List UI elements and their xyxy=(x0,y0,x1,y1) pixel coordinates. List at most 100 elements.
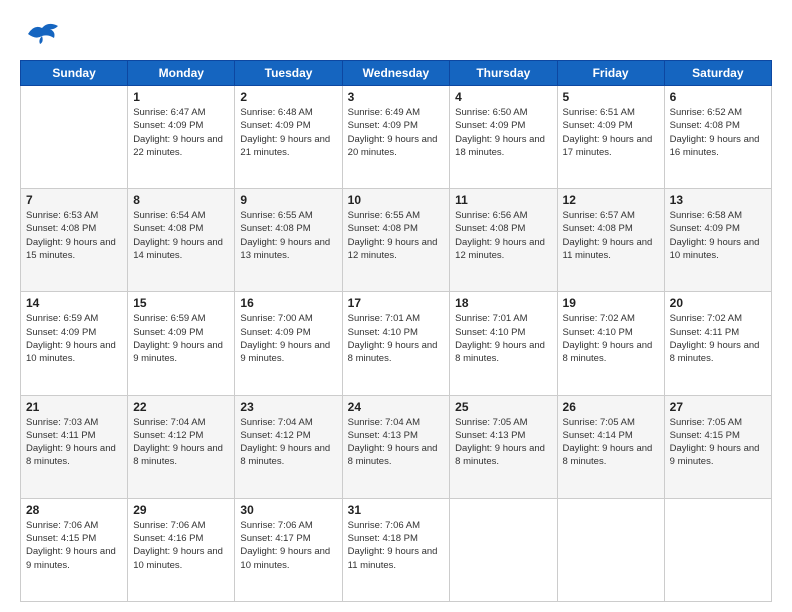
day-number: 21 xyxy=(26,400,122,414)
table-row: 11 Sunrise: 6:56 AMSunset: 4:08 PMDayligh… xyxy=(450,189,557,292)
table-row: 3 Sunrise: 6:49 AMSunset: 4:09 PMDaylight… xyxy=(342,86,450,189)
table-row: 21 Sunrise: 7:03 AMSunset: 4:11 PMDayligh… xyxy=(21,395,128,498)
table-row: 22 Sunrise: 7:04 AMSunset: 4:12 PMDayligh… xyxy=(128,395,235,498)
day-info: Sunrise: 7:02 AMSunset: 4:10 PMDaylight:… xyxy=(563,312,659,365)
col-saturday: Saturday xyxy=(664,61,771,86)
day-info: Sunrise: 7:04 AMSunset: 4:13 PMDaylight:… xyxy=(348,416,445,469)
day-info: Sunrise: 7:06 AMSunset: 4:16 PMDaylight:… xyxy=(133,519,229,572)
day-info: Sunrise: 6:52 AMSunset: 4:08 PMDaylight:… xyxy=(670,106,766,159)
day-number: 13 xyxy=(670,193,766,207)
table-row: 20 Sunrise: 7:02 AMSunset: 4:11 PMDayligh… xyxy=(664,292,771,395)
day-number: 3 xyxy=(348,90,445,104)
day-info: Sunrise: 6:53 AMSunset: 4:08 PMDaylight:… xyxy=(26,209,122,262)
table-row: 6Sunrise: 6:52 AMSunset: 4:08 PMDaylight… xyxy=(664,86,771,189)
day-number: 31 xyxy=(348,503,445,517)
day-info: Sunrise: 6:48 AMSunset: 4:09 PMDaylight:… xyxy=(240,106,336,159)
calendar-week-row: 28 Sunrise: 7:06 AMSunset: 4:15 PMDayligh… xyxy=(21,498,772,601)
table-row: 5Sunrise: 6:51 AMSunset: 4:09 PMDaylight… xyxy=(557,86,664,189)
day-number: 4 xyxy=(455,90,551,104)
table-row: 28 Sunrise: 7:06 AMSunset: 4:15 PMDayligh… xyxy=(21,498,128,601)
day-number: 29 xyxy=(133,503,229,517)
day-info: Sunrise: 6:54 AMSunset: 4:08 PMDaylight:… xyxy=(133,209,229,262)
day-number: 23 xyxy=(240,400,336,414)
day-info: Sunrise: 6:50 AMSunset: 4:09 PMDaylight:… xyxy=(455,106,551,159)
day-number: 24 xyxy=(348,400,445,414)
table-row: 29 Sunrise: 7:06 AMSunset: 4:16 PMDayligh… xyxy=(128,498,235,601)
day-info: Sunrise: 7:01 AMSunset: 4:10 PMDaylight:… xyxy=(455,312,551,365)
day-info: Sunrise: 6:49 AMSunset: 4:09 PMDaylight:… xyxy=(348,106,445,159)
day-info: Sunrise: 7:03 AMSunset: 4:11 PMDaylight:… xyxy=(26,416,122,469)
logo xyxy=(20,16,70,52)
col-friday: Friday xyxy=(557,61,664,86)
day-info: Sunrise: 7:06 AMSunset: 4:17 PMDaylight:… xyxy=(240,519,336,572)
day-number: 1 xyxy=(133,90,229,104)
day-number: 10 xyxy=(348,193,445,207)
table-row: 19 Sunrise: 7:02 AMSunset: 4:10 PMDayligh… xyxy=(557,292,664,395)
table-row xyxy=(664,498,771,601)
table-row: 17 Sunrise: 7:01 AMSunset: 4:10 PMDayligh… xyxy=(342,292,450,395)
table-row: 27 Sunrise: 7:05 AMSunset: 4:15 PMDayligh… xyxy=(664,395,771,498)
day-info: Sunrise: 7:05 AMSunset: 4:15 PMDaylight:… xyxy=(670,416,766,469)
table-row: 30 Sunrise: 7:06 AMSunset: 4:17 PMDayligh… xyxy=(235,498,342,601)
table-row: 31Sunrise: 7:06 AMSunset: 4:18 PMDayligh… xyxy=(342,498,450,601)
table-row: 14 Sunrise: 6:59 AMSunset: 4:09 PMDayligh… xyxy=(21,292,128,395)
day-info: Sunrise: 6:55 AMSunset: 4:08 PMDaylight:… xyxy=(348,209,445,262)
day-number: 22 xyxy=(133,400,229,414)
day-info: Sunrise: 6:55 AMSunset: 4:08 PMDaylight:… xyxy=(240,209,336,262)
day-number: 11 xyxy=(455,193,551,207)
table-row: 24 Sunrise: 7:04 AMSunset: 4:13 PMDayligh… xyxy=(342,395,450,498)
table-row: 2 Sunrise: 6:48 AMSunset: 4:09 PMDaylight… xyxy=(235,86,342,189)
day-number: 16 xyxy=(240,296,336,310)
day-info: Sunrise: 6:57 AMSunset: 4:08 PMDaylight:… xyxy=(563,209,659,262)
day-info: Sunrise: 6:58 AMSunset: 4:09 PMDaylight:… xyxy=(670,209,766,262)
day-info: Sunrise: 7:05 AMSunset: 4:13 PMDaylight:… xyxy=(455,416,551,469)
day-number: 2 xyxy=(240,90,336,104)
calendar-week-row: 1 Sunrise: 6:47 AMSunset: 4:09 PMDaylight… xyxy=(21,86,772,189)
table-row: 13 Sunrise: 6:58 AMSunset: 4:09 PMDayligh… xyxy=(664,189,771,292)
day-info: Sunrise: 7:06 AMSunset: 4:15 PMDaylight:… xyxy=(26,519,122,572)
table-row: 15Sunrise: 6:59 AMSunset: 4:09 PMDayligh… xyxy=(128,292,235,395)
day-number: 30 xyxy=(240,503,336,517)
table-row: 1 Sunrise: 6:47 AMSunset: 4:09 PMDaylight… xyxy=(128,86,235,189)
table-row: 16 Sunrise: 7:00 AMSunset: 4:09 PMDayligh… xyxy=(235,292,342,395)
day-number: 14 xyxy=(26,296,122,310)
calendar-week-row: 7 Sunrise: 6:53 AMSunset: 4:08 PMDaylight… xyxy=(21,189,772,292)
table-row xyxy=(557,498,664,601)
calendar-week-row: 21 Sunrise: 7:03 AMSunset: 4:11 PMDayligh… xyxy=(21,395,772,498)
day-number: 18 xyxy=(455,296,551,310)
calendar-header-row: Sunday Monday Tuesday Wednesday Thursday… xyxy=(21,61,772,86)
col-monday: Monday xyxy=(128,61,235,86)
day-info: Sunrise: 6:56 AMSunset: 4:08 PMDaylight:… xyxy=(455,209,551,262)
day-number: 15 xyxy=(133,296,229,310)
day-number: 26 xyxy=(563,400,659,414)
day-info: Sunrise: 6:47 AMSunset: 4:09 PMDaylight:… xyxy=(133,106,229,159)
table-row: 10 Sunrise: 6:55 AMSunset: 4:08 PMDayligh… xyxy=(342,189,450,292)
table-row: 9Sunrise: 6:55 AMSunset: 4:08 PMDaylight… xyxy=(235,189,342,292)
day-number: 19 xyxy=(563,296,659,310)
day-info: Sunrise: 7:00 AMSunset: 4:09 PMDaylight:… xyxy=(240,312,336,365)
day-number: 8 xyxy=(133,193,229,207)
day-info: Sunrise: 7:05 AMSunset: 4:14 PMDaylight:… xyxy=(563,416,659,469)
day-info: Sunrise: 7:04 AMSunset: 4:12 PMDaylight:… xyxy=(133,416,229,469)
table-row: 7 Sunrise: 6:53 AMSunset: 4:08 PMDaylight… xyxy=(21,189,128,292)
day-number: 7 xyxy=(26,193,122,207)
logo-icon xyxy=(20,16,68,52)
calendar-table: Sunday Monday Tuesday Wednesday Thursday… xyxy=(20,60,772,602)
day-number: 17 xyxy=(348,296,445,310)
day-info: Sunrise: 6:51 AMSunset: 4:09 PMDaylight:… xyxy=(563,106,659,159)
calendar-week-row: 14 Sunrise: 6:59 AMSunset: 4:09 PMDayligh… xyxy=(21,292,772,395)
day-info: Sunrise: 7:02 AMSunset: 4:11 PMDaylight:… xyxy=(670,312,766,365)
day-info: Sunrise: 7:01 AMSunset: 4:10 PMDaylight:… xyxy=(348,312,445,365)
day-number: 12 xyxy=(563,193,659,207)
day-number: 28 xyxy=(26,503,122,517)
table-row: 26 Sunrise: 7:05 AMSunset: 4:14 PMDayligh… xyxy=(557,395,664,498)
table-row: 23 Sunrise: 7:04 AMSunset: 4:12 PMDayligh… xyxy=(235,395,342,498)
day-info: Sunrise: 6:59 AMSunset: 4:09 PMDaylight:… xyxy=(26,312,122,365)
day-info: Sunrise: 7:04 AMSunset: 4:12 PMDaylight:… xyxy=(240,416,336,469)
col-wednesday: Wednesday xyxy=(342,61,450,86)
col-thursday: Thursday xyxy=(450,61,557,86)
header xyxy=(20,16,772,52)
day-number: 25 xyxy=(455,400,551,414)
day-number: 20 xyxy=(670,296,766,310)
day-number: 27 xyxy=(670,400,766,414)
